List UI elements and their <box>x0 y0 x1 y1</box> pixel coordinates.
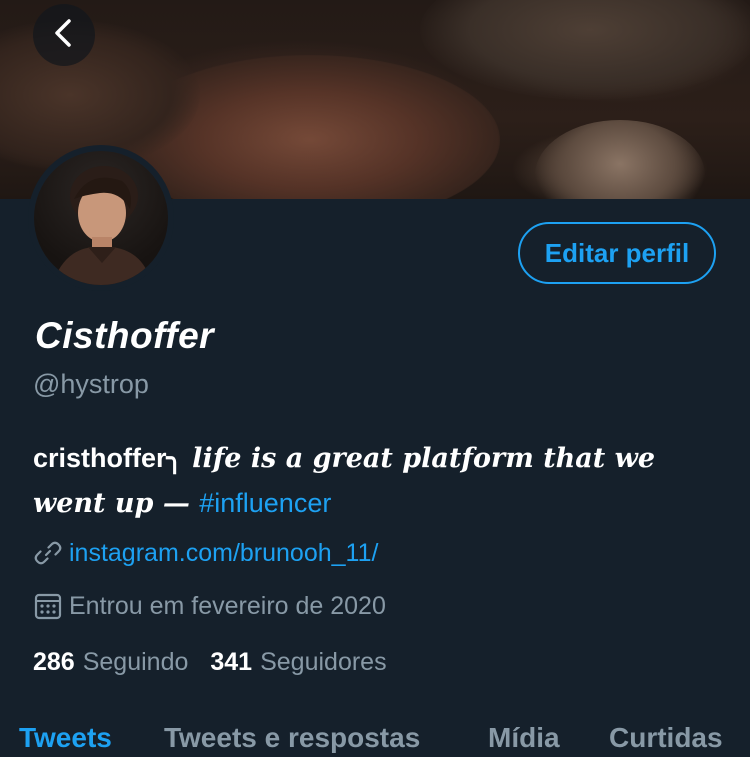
followers-label: Seguidores <box>260 648 387 676</box>
joined-row: Entrou em fevereiro de 2020 <box>33 591 386 621</box>
following-label: Seguindo <box>82 648 189 676</box>
tab-media[interactable]: Mídia <box>488 722 560 754</box>
avatar-container[interactable] <box>28 145 174 291</box>
edit-profile-button[interactable]: Editar perfil <box>518 222 716 284</box>
tab-likes[interactable]: Curtidas <box>609 722 723 754</box>
following-stat[interactable]: 286 Seguindo <box>33 648 188 677</box>
bio-hashtag-link[interactable]: #influencer <box>199 488 331 518</box>
tab-tweets[interactable]: Tweets <box>19 722 112 754</box>
bio-name-text: cristhoffer╮ <box>33 443 183 473</box>
profile-bio: cristhoffer╮ life is a great platform th… <box>33 436 723 526</box>
banner-cup-shape <box>535 120 705 199</box>
website-row: instagram.com/brunooh_11/ <box>33 538 378 568</box>
back-button[interactable] <box>33 4 95 66</box>
link-icon <box>33 538 63 568</box>
followers-count: 341 <box>210 648 253 676</box>
banner-bowl-shape-2 <box>420 0 750 100</box>
calendar-icon <box>33 591 63 621</box>
joined-date-text: Entrou em fevereiro de 2020 <box>69 591 386 620</box>
follow-stats: 286 Seguindo 341 Seguidores <box>33 648 387 677</box>
avatar <box>34 151 168 285</box>
display-name: Cisthoffer <box>35 315 215 356</box>
followers-stat[interactable]: 341 Seguidores <box>210 648 386 677</box>
following-count: 286 <box>33 648 75 676</box>
website-link[interactable]: instagram.com/brunooh_11/ <box>69 539 378 568</box>
tab-tweets-and-replies[interactable]: Tweets e respostas <box>164 722 420 754</box>
profile-handle: @hystrop <box>33 369 149 399</box>
chevron-left-icon <box>51 18 77 53</box>
profile-tabs: Tweets Tweets e respostas Mídia Curtidas <box>0 718 750 757</box>
